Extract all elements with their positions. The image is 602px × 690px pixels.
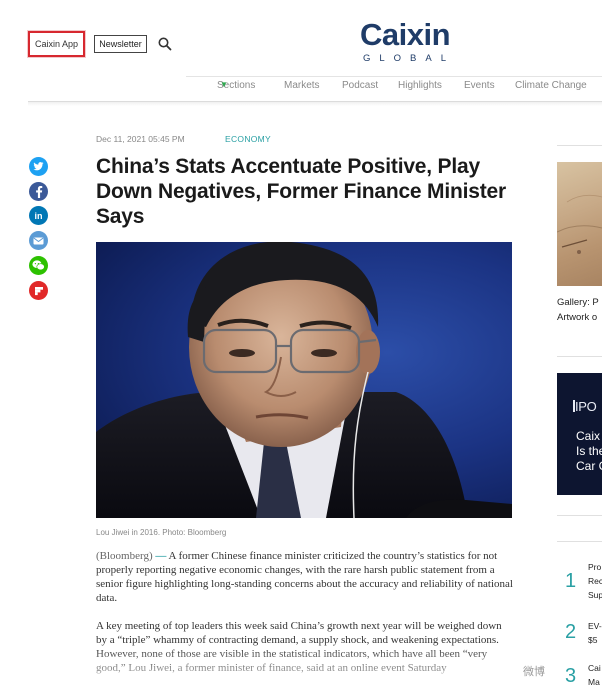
article-category[interactable]: ECONOMY [225,134,271,144]
logo-wordmark: Caixin [360,17,451,52]
nav-markets[interactable]: Markets [284,80,320,91]
header-shadow [28,102,602,106]
gallery-caption[interactable]: Gallery: P Artwork o [557,295,602,325]
caixin-global-logo[interactable]: Caixin GLOBAL [360,18,454,68]
ipo-title: IPO [575,399,597,414]
photo-caption: Lou Jiwei in 2016. Photo: Bloomberg [96,528,227,537]
email-icon[interactable] [29,231,48,250]
ipo-promo[interactable]: IPO Caix Is the Car C [557,373,602,495]
article-headline: China’s Stats Accentuate Positive, Play … [96,155,506,228]
article-date: Dec 11, 2021 05:45 PM [96,134,185,144]
paragraph-dash: — [155,550,167,562]
gallery-thumbnail[interactable] [557,162,602,286]
wechat-icon[interactable] [29,256,48,275]
artwork-illustration [557,194,602,254]
article-photo [96,242,512,518]
nav-events[interactable]: Events [464,80,495,91]
linkedin-icon[interactable]: in [29,206,48,225]
article-paragraph-1: (Bloomberg) — A former Chinese finance m… [96,549,514,605]
trending-rank-1: 1 [565,570,577,592]
caixin-app-button[interactable]: Caixin App [27,30,86,58]
nav-top-divider [186,76,602,77]
sidebar-divider [557,541,602,542]
trending-rank-3: 3 [565,665,577,687]
trending-item-3[interactable]: Cai Ma [588,661,601,689]
sidebar-divider [557,145,602,146]
article-paragraph-2: A key meeting of top leaders this week s… [96,620,502,674]
ipo-promo-text: Caix Is the Car C [576,429,602,473]
trending-item-1[interactable]: Pro Rec Sup [588,560,602,602]
portrait-illustration [96,242,512,518]
flipboard-icon[interactable] [29,281,48,300]
logo-subtitle: GLOBAL [363,53,456,64]
article-source: (Bloomberg) [96,550,153,562]
caret-down-icon: ▼ [220,80,228,89]
newsletter-button[interactable]: Newsletter [94,35,147,53]
nav-climate-change[interactable]: Climate Change [515,80,587,91]
search-icon[interactable] [158,37,172,51]
trending-item-2[interactable]: EV- $5 [588,619,602,647]
sidebar-divider [557,356,602,357]
sidebar-divider [557,515,602,516]
weibo-watermark: 微博 [523,666,545,678]
trending-rank-2: 2 [565,621,577,643]
nav-podcast[interactable]: Podcast [342,80,378,91]
twitter-icon[interactable] [29,157,48,176]
nav-highlights[interactable]: Highlights [398,80,442,91]
facebook-icon[interactable] [29,182,48,201]
